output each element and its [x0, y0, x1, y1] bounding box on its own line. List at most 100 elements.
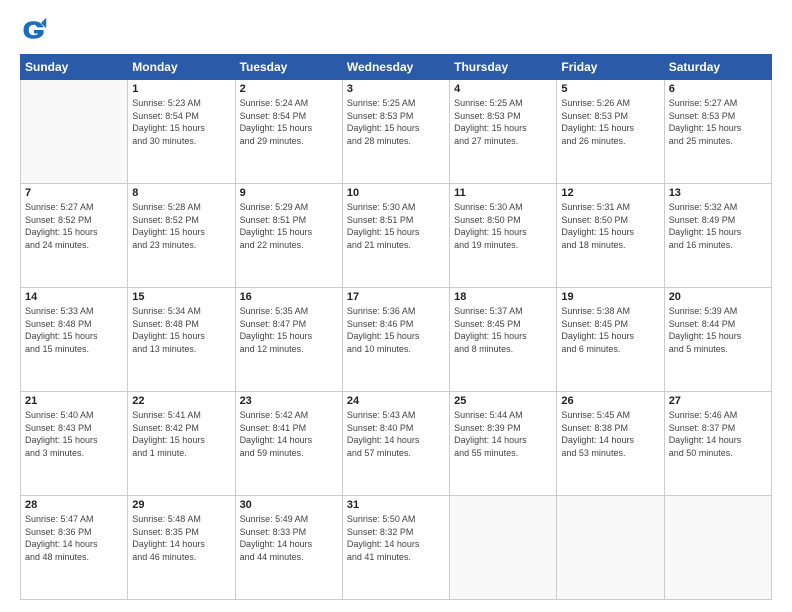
calendar-cell: 7 Sunrise: 5:27 AM Sunset: 8:52 PM Daylig…: [21, 184, 128, 288]
day-info: Sunrise: 5:30 AM Sunset: 8:51 PM Dayligh…: [347, 201, 445, 251]
weekday-header-monday: Monday: [128, 55, 235, 80]
calendar-cell: 25 Sunrise: 5:44 AM Sunset: 8:39 PM Dayli…: [450, 392, 557, 496]
calendar-cell: 16 Sunrise: 5:35 AM Sunset: 8:47 PM Dayli…: [235, 288, 342, 392]
day-info: Sunrise: 5:47 AM Sunset: 8:36 PM Dayligh…: [25, 513, 123, 563]
day-info: Sunrise: 5:32 AM Sunset: 8:49 PM Dayligh…: [669, 201, 767, 251]
calendar-cell: 23 Sunrise: 5:42 AM Sunset: 8:41 PM Dayli…: [235, 392, 342, 496]
calendar-cell: 28 Sunrise: 5:47 AM Sunset: 8:36 PM Dayli…: [21, 496, 128, 600]
weekday-header-wednesday: Wednesday: [342, 55, 449, 80]
day-info: Sunrise: 5:35 AM Sunset: 8:47 PM Dayligh…: [240, 305, 338, 355]
calendar-cell: 19Sunrise: 5:38 AM Sunset: 8:45 PM Dayli…: [557, 288, 664, 392]
day-info: Sunrise: 5:24 AM Sunset: 8:54 PM Dayligh…: [240, 97, 338, 147]
day-number: 27: [669, 395, 767, 407]
calendar-cell: 24 Sunrise: 5:43 AM Sunset: 8:40 PM Dayli…: [342, 392, 449, 496]
day-info: Sunrise: 5:39 AM Sunset: 8:44 PM Dayligh…: [669, 305, 767, 355]
weekday-header-tuesday: Tuesday: [235, 55, 342, 80]
day-number: 10: [347, 187, 445, 199]
calendar-cell: 17 Sunrise: 5:36 AM Sunset: 8:46 PM Dayli…: [342, 288, 449, 392]
weekday-header-row: SundayMondayTuesdayWednesdayThursdayFrid…: [21, 55, 772, 80]
calendar-cell: [557, 496, 664, 600]
day-info: Sunrise: 5:49 AM Sunset: 8:33 PM Dayligh…: [240, 513, 338, 563]
day-number: 31: [347, 499, 445, 511]
calendar-cell: 29Sunrise: 5:48 AM Sunset: 8:35 PM Dayli…: [128, 496, 235, 600]
day-number: 8: [132, 187, 230, 199]
day-number: 3: [347, 83, 445, 95]
day-number: 4: [454, 83, 552, 95]
day-info: Sunrise: 5:50 AM Sunset: 8:32 PM Dayligh…: [347, 513, 445, 563]
weekday-header-saturday: Saturday: [664, 55, 771, 80]
calendar-cell: 27 Sunrise: 5:46 AM Sunset: 8:37 PM Dayli…: [664, 392, 771, 496]
day-number: 21: [25, 395, 123, 407]
calendar-cell: 20 Sunrise: 5:39 AM Sunset: 8:44 PM Dayli…: [664, 288, 771, 392]
day-info: Sunrise: 5:45 AM Sunset: 8:38 PM Dayligh…: [561, 409, 659, 459]
day-number: 1: [132, 83, 230, 95]
day-number: 20: [669, 291, 767, 303]
day-info: Sunrise: 5:27 AM Sunset: 8:52 PM Dayligh…: [25, 201, 123, 251]
calendar-cell: 9 Sunrise: 5:29 AM Sunset: 8:51 PM Daylig…: [235, 184, 342, 288]
day-info: Sunrise: 5:40 AM Sunset: 8:43 PM Dayligh…: [25, 409, 123, 459]
calendar-cell: 31 Sunrise: 5:50 AM Sunset: 8:32 PM Dayli…: [342, 496, 449, 600]
day-number: 15: [132, 291, 230, 303]
weekday-header-thursday: Thursday: [450, 55, 557, 80]
day-info: Sunrise: 5:37 AM Sunset: 8:45 PM Dayligh…: [454, 305, 552, 355]
calendar-cell: 22 Sunrise: 5:41 AM Sunset: 8:42 PM Dayli…: [128, 392, 235, 496]
day-number: 9: [240, 187, 338, 199]
day-number: 30: [240, 499, 338, 511]
calendar-cell: [450, 496, 557, 600]
logo-icon: [20, 16, 48, 44]
day-info: Sunrise: 5:31 AM Sunset: 8:50 PM Dayligh…: [561, 201, 659, 251]
calendar-cell: 10 Sunrise: 5:30 AM Sunset: 8:51 PM Dayli…: [342, 184, 449, 288]
week-row-1: 1 Sunrise: 5:23 AM Sunset: 8:54 PM Daylig…: [21, 80, 772, 184]
calendar-cell: 3 Sunrise: 5:25 AM Sunset: 8:53 PM Daylig…: [342, 80, 449, 184]
day-info: Sunrise: 5:25 AM Sunset: 8:53 PM Dayligh…: [347, 97, 445, 147]
day-info: Sunrise: 5:44 AM Sunset: 8:39 PM Dayligh…: [454, 409, 552, 459]
day-number: 7: [25, 187, 123, 199]
day-number: 28: [25, 499, 123, 511]
day-info: Sunrise: 5:28 AM Sunset: 8:52 PM Dayligh…: [132, 201, 230, 251]
day-number: 14: [25, 291, 123, 303]
day-number: 25: [454, 395, 552, 407]
calendar-cell: 13 Sunrise: 5:32 AM Sunset: 8:49 PM Dayli…: [664, 184, 771, 288]
day-number: 13: [669, 187, 767, 199]
week-row-5: 28 Sunrise: 5:47 AM Sunset: 8:36 PM Dayli…: [21, 496, 772, 600]
day-info: Sunrise: 5:25 AM Sunset: 8:53 PM Dayligh…: [454, 97, 552, 147]
day-info: Sunrise: 5:23 AM Sunset: 8:54 PM Dayligh…: [132, 97, 230, 147]
logo: [20, 16, 52, 44]
day-number: 24: [347, 395, 445, 407]
calendar-cell: 11Sunrise: 5:30 AM Sunset: 8:50 PM Dayli…: [450, 184, 557, 288]
calendar-cell: 15 Sunrise: 5:34 AM Sunset: 8:48 PM Dayli…: [128, 288, 235, 392]
day-info: Sunrise: 5:33 AM Sunset: 8:48 PM Dayligh…: [25, 305, 123, 355]
calendar-cell: [664, 496, 771, 600]
day-info: Sunrise: 5:41 AM Sunset: 8:42 PM Dayligh…: [132, 409, 230, 459]
day-info: Sunrise: 5:29 AM Sunset: 8:51 PM Dayligh…: [240, 201, 338, 251]
calendar-cell: 2Sunrise: 5:24 AM Sunset: 8:54 PM Daylig…: [235, 80, 342, 184]
day-number: 18: [454, 291, 552, 303]
day-number: 6: [669, 83, 767, 95]
day-info: Sunrise: 5:34 AM Sunset: 8:48 PM Dayligh…: [132, 305, 230, 355]
day-info: Sunrise: 5:43 AM Sunset: 8:40 PM Dayligh…: [347, 409, 445, 459]
day-info: Sunrise: 5:36 AM Sunset: 8:46 PM Dayligh…: [347, 305, 445, 355]
calendar-cell: 12 Sunrise: 5:31 AM Sunset: 8:50 PM Dayli…: [557, 184, 664, 288]
day-number: 19: [561, 291, 659, 303]
calendar-table: SundayMondayTuesdayWednesdayThursdayFrid…: [20, 54, 772, 600]
week-row-4: 21 Sunrise: 5:40 AM Sunset: 8:43 PM Dayli…: [21, 392, 772, 496]
calendar-cell: 18 Sunrise: 5:37 AM Sunset: 8:45 PM Dayli…: [450, 288, 557, 392]
day-number: 16: [240, 291, 338, 303]
day-info: Sunrise: 5:30 AM Sunset: 8:50 PM Dayligh…: [454, 201, 552, 251]
weekday-header-sunday: Sunday: [21, 55, 128, 80]
day-number: 5: [561, 83, 659, 95]
calendar-cell: 14 Sunrise: 5:33 AM Sunset: 8:48 PM Dayli…: [21, 288, 128, 392]
calendar-cell: 21 Sunrise: 5:40 AM Sunset: 8:43 PM Dayli…: [21, 392, 128, 496]
day-info: Sunrise: 5:42 AM Sunset: 8:41 PM Dayligh…: [240, 409, 338, 459]
day-number: 17: [347, 291, 445, 303]
day-number: 22: [132, 395, 230, 407]
day-info: Sunrise: 5:26 AM Sunset: 8:53 PM Dayligh…: [561, 97, 659, 147]
day-info: Sunrise: 5:48 AM Sunset: 8:35 PM Dayligh…: [132, 513, 230, 563]
week-row-3: 14 Sunrise: 5:33 AM Sunset: 8:48 PM Dayli…: [21, 288, 772, 392]
day-number: 12: [561, 187, 659, 199]
day-info: Sunrise: 5:46 AM Sunset: 8:37 PM Dayligh…: [669, 409, 767, 459]
calendar-cell: 6Sunrise: 5:27 AM Sunset: 8:53 PM Daylig…: [664, 80, 771, 184]
day-number: 23: [240, 395, 338, 407]
calendar-cell: 8 Sunrise: 5:28 AM Sunset: 8:52 PM Daylig…: [128, 184, 235, 288]
calendar-cell: 1 Sunrise: 5:23 AM Sunset: 8:54 PM Daylig…: [128, 80, 235, 184]
